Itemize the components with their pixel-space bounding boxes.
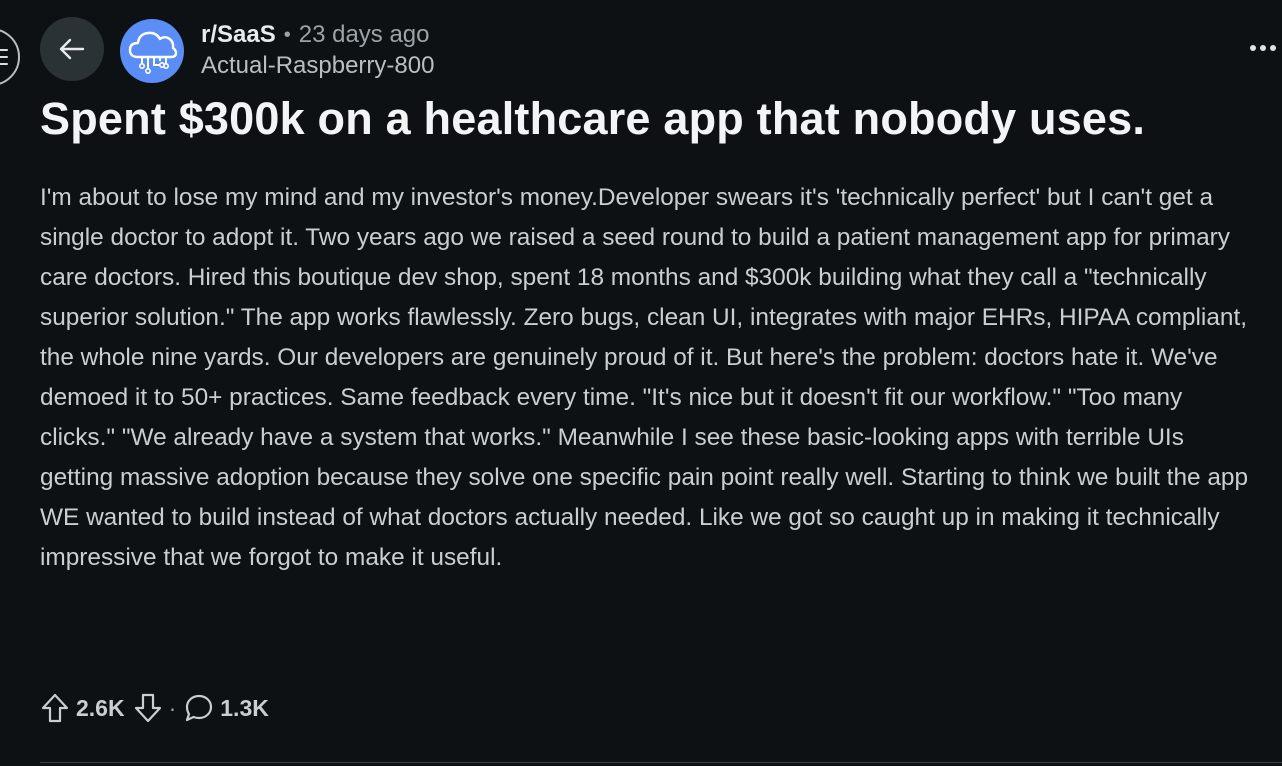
cloud-network-icon — [128, 31, 178, 74]
back-button[interactable] — [40, 17, 104, 81]
subreddit-avatar[interactable] — [120, 19, 184, 83]
arrow-up-icon — [41, 693, 69, 723]
post-title: Spent $300k on a healthcare app that nob… — [40, 93, 1146, 144]
author-link[interactable]: Actual-Raspberry-800 — [201, 50, 434, 82]
actions-separator: · — [168, 694, 177, 721]
arrow-left-icon — [59, 38, 85, 60]
comment-bubble-icon — [186, 694, 213, 722]
post-body: I'm about to lose my mind and my investo… — [40, 184, 1249, 571]
downvote-button[interactable] — [133, 692, 163, 724]
upvote-button[interactable] — [40, 692, 70, 724]
menu-icon — [0, 49, 8, 70]
comment-count: 1.3K — [220, 694, 269, 721]
upvote-count: 2.6K — [76, 694, 125, 721]
post-time: 23 days ago — [298, 21, 430, 48]
arrow-down-icon — [134, 693, 161, 723]
meta-separator: • — [283, 24, 291, 46]
divider — [40, 762, 1282, 763]
subreddit-link[interactable]: r/SaaS — [201, 20, 276, 50]
more-horizontal-icon — [1250, 45, 1256, 51]
post-detail-page: r/SaaS • 23 days ago Actual-Raspberry-80… — [0, 0, 1282, 766]
post-meta: r/SaaS • 23 days ago Actual-Raspberry-80… — [201, 20, 434, 82]
menu-button[interactable] — [0, 28, 20, 86]
more-options-button[interactable] — [1250, 38, 1280, 58]
post-actions: 2.6K · 1.3K — [40, 688, 277, 728]
comments-button[interactable] — [184, 693, 214, 723]
